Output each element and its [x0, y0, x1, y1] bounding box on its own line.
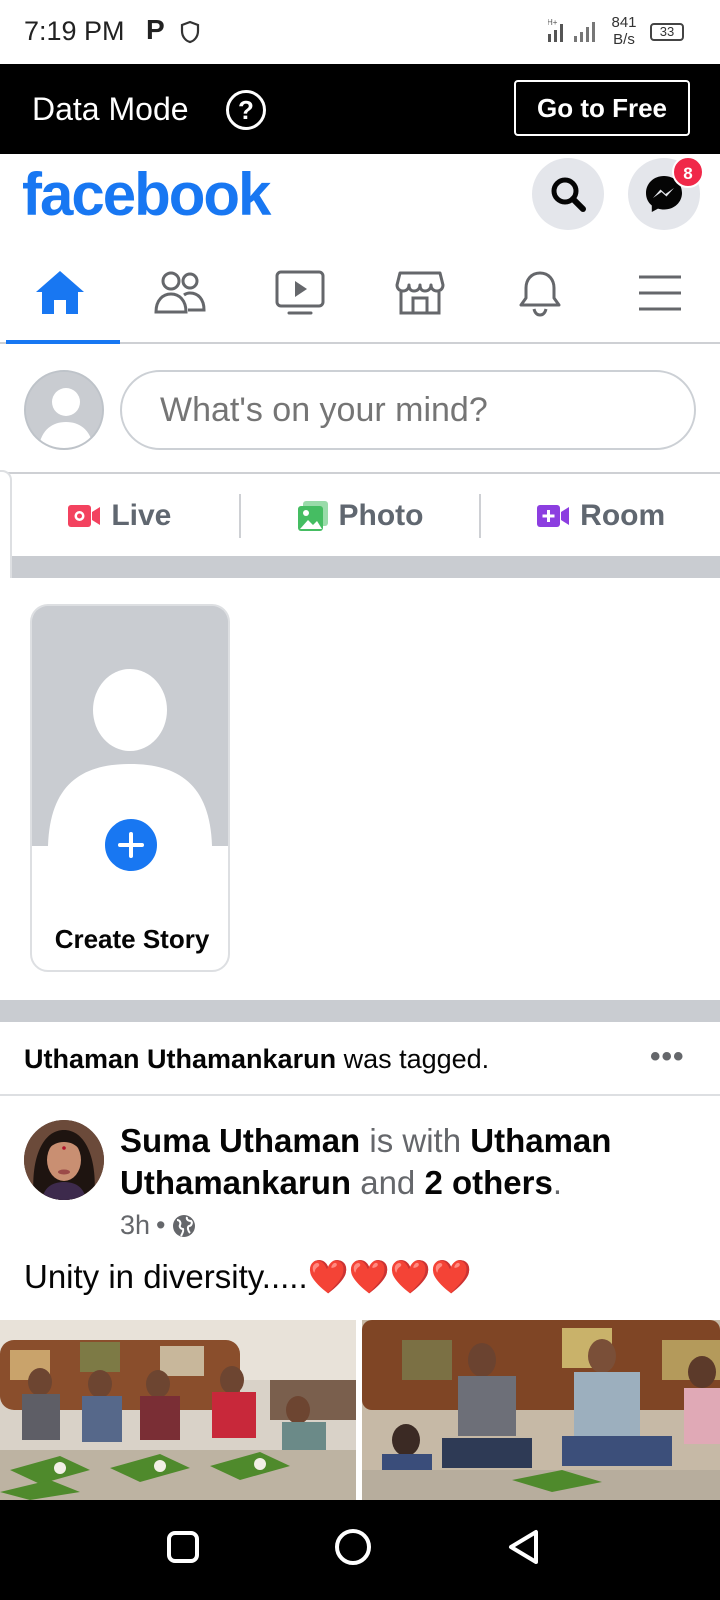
- data-mode-banner: Data Mode ? Go to Free: [0, 64, 720, 154]
- tab-friends[interactable]: [120, 244, 240, 342]
- search-button[interactable]: [532, 158, 604, 230]
- others-link[interactable]: 2 others: [424, 1164, 552, 1201]
- tab-home[interactable]: [0, 244, 120, 344]
- avatar[interactable]: [24, 370, 104, 450]
- go-to-free-button[interactable]: Go to Free: [514, 80, 690, 136]
- period-text: .: [552, 1164, 563, 1201]
- home-icon: [36, 271, 84, 314]
- section-divider: [0, 556, 720, 578]
- section-divider: [0, 1000, 720, 1022]
- context-suffix: was tagged.: [336, 1044, 490, 1074]
- back-icon[interactable]: [506, 1528, 542, 1566]
- photo-button[interactable]: Photo: [241, 476, 480, 556]
- battery-icon: 33: [650, 23, 684, 41]
- post-composer: [0, 346, 720, 474]
- more-options-icon[interactable]: •••: [650, 1040, 685, 1074]
- and-text: and: [351, 1164, 425, 1201]
- home-circle-icon[interactable]: [334, 1528, 372, 1566]
- group-meal-photo: [0, 1320, 356, 1500]
- author-name-link[interactable]: Suma Uthaman: [120, 1122, 360, 1159]
- context-name-link[interactable]: Uthaman Uthamankarun: [24, 1044, 336, 1074]
- meta-dot: •: [156, 1210, 166, 1240]
- status-bar: 7:19 PM P H+ 841 B/s 33: [0, 0, 720, 64]
- search-icon: [551, 177, 586, 212]
- photo-label: Photo: [338, 499, 424, 532]
- tab-marketplace[interactable]: [360, 244, 480, 342]
- main-nav-tabs: [0, 244, 720, 344]
- messenger-button[interactable]: 8: [628, 156, 704, 230]
- room-label: Room: [580, 499, 666, 532]
- post-context-header: Uthaman Uthamankarun was tagged. •••: [0, 1024, 720, 1096]
- author-photo: [24, 1120, 104, 1200]
- menu-icon: [639, 275, 681, 311]
- author-avatar[interactable]: [24, 1120, 104, 1200]
- net-speed-value: 841: [611, 14, 637, 31]
- messenger-badge: 8: [672, 156, 704, 188]
- live-label: Live: [111, 499, 172, 532]
- create-story-label: Create Story: [54, 924, 210, 954]
- tab-watch[interactable]: [240, 244, 360, 342]
- post-time[interactable]: 3h: [120, 1210, 150, 1241]
- tab-notifications[interactable]: [480, 244, 600, 342]
- live-video-icon: [68, 505, 101, 527]
- facebook-logo[interactable]: facebook: [22, 160, 271, 229]
- status-time: 7:19 PM: [24, 16, 125, 46]
- story-avatar-placeholder: [32, 606, 228, 846]
- recents-icon[interactable]: [166, 1530, 200, 1564]
- post-photo[interactable]: [362, 1320, 720, 1500]
- friends-icon: [154, 271, 206, 314]
- data-mode-title: Data Mode: [32, 91, 189, 127]
- group-meal-photo: [362, 1320, 720, 1500]
- default-avatar-icon: [32, 606, 228, 846]
- help-icon[interactable]: ?: [226, 90, 266, 130]
- composer-actions: Live Photo Room: [0, 476, 720, 556]
- signal-icon: H+: [548, 18, 595, 42]
- svg-text:H+: H+: [548, 18, 558, 27]
- add-story-icon: [102, 816, 160, 874]
- room-button[interactable]: Room: [481, 476, 720, 556]
- post-context-text: Uthaman Uthamankarun was tagged.: [24, 1044, 489, 1075]
- shield-icon: [180, 20, 200, 44]
- default-avatar-icon: [26, 372, 102, 448]
- network-speed: 841 B/s: [604, 14, 644, 48]
- live-button[interactable]: Live: [0, 476, 239, 556]
- tab-menu[interactable]: [600, 244, 720, 342]
- room-icon: [537, 505, 570, 527]
- p-indicator-icon: P: [146, 14, 165, 45]
- watch-icon: [275, 270, 325, 315]
- with-text: is with: [360, 1122, 471, 1159]
- photo-icon: [297, 501, 328, 531]
- marketplace-icon: [395, 271, 445, 315]
- post-text: Unity in diversity.....❤️❤️❤️❤️: [24, 1258, 472, 1295]
- bell-icon: [519, 271, 561, 317]
- post-photo[interactable]: [0, 1320, 356, 1500]
- post-header: Suma Uthaman is with Uthaman Uthamankaru…: [120, 1120, 700, 1204]
- net-speed-unit: B/s: [613, 31, 635, 48]
- stories-tray: Create Story: [0, 578, 720, 1000]
- feed-post: Uthaman Uthamankarun was tagged. ••• Sum…: [0, 1024, 720, 1500]
- create-story-card[interactable]: Create Story: [30, 604, 230, 972]
- post-meta: 3h •: [120, 1210, 196, 1241]
- whats-on-your-mind-input[interactable]: [120, 370, 696, 450]
- system-navigation-bar: [0, 1500, 720, 1600]
- globe-icon: [172, 1214, 195, 1237]
- app-header: facebook 8: [0, 154, 720, 244]
